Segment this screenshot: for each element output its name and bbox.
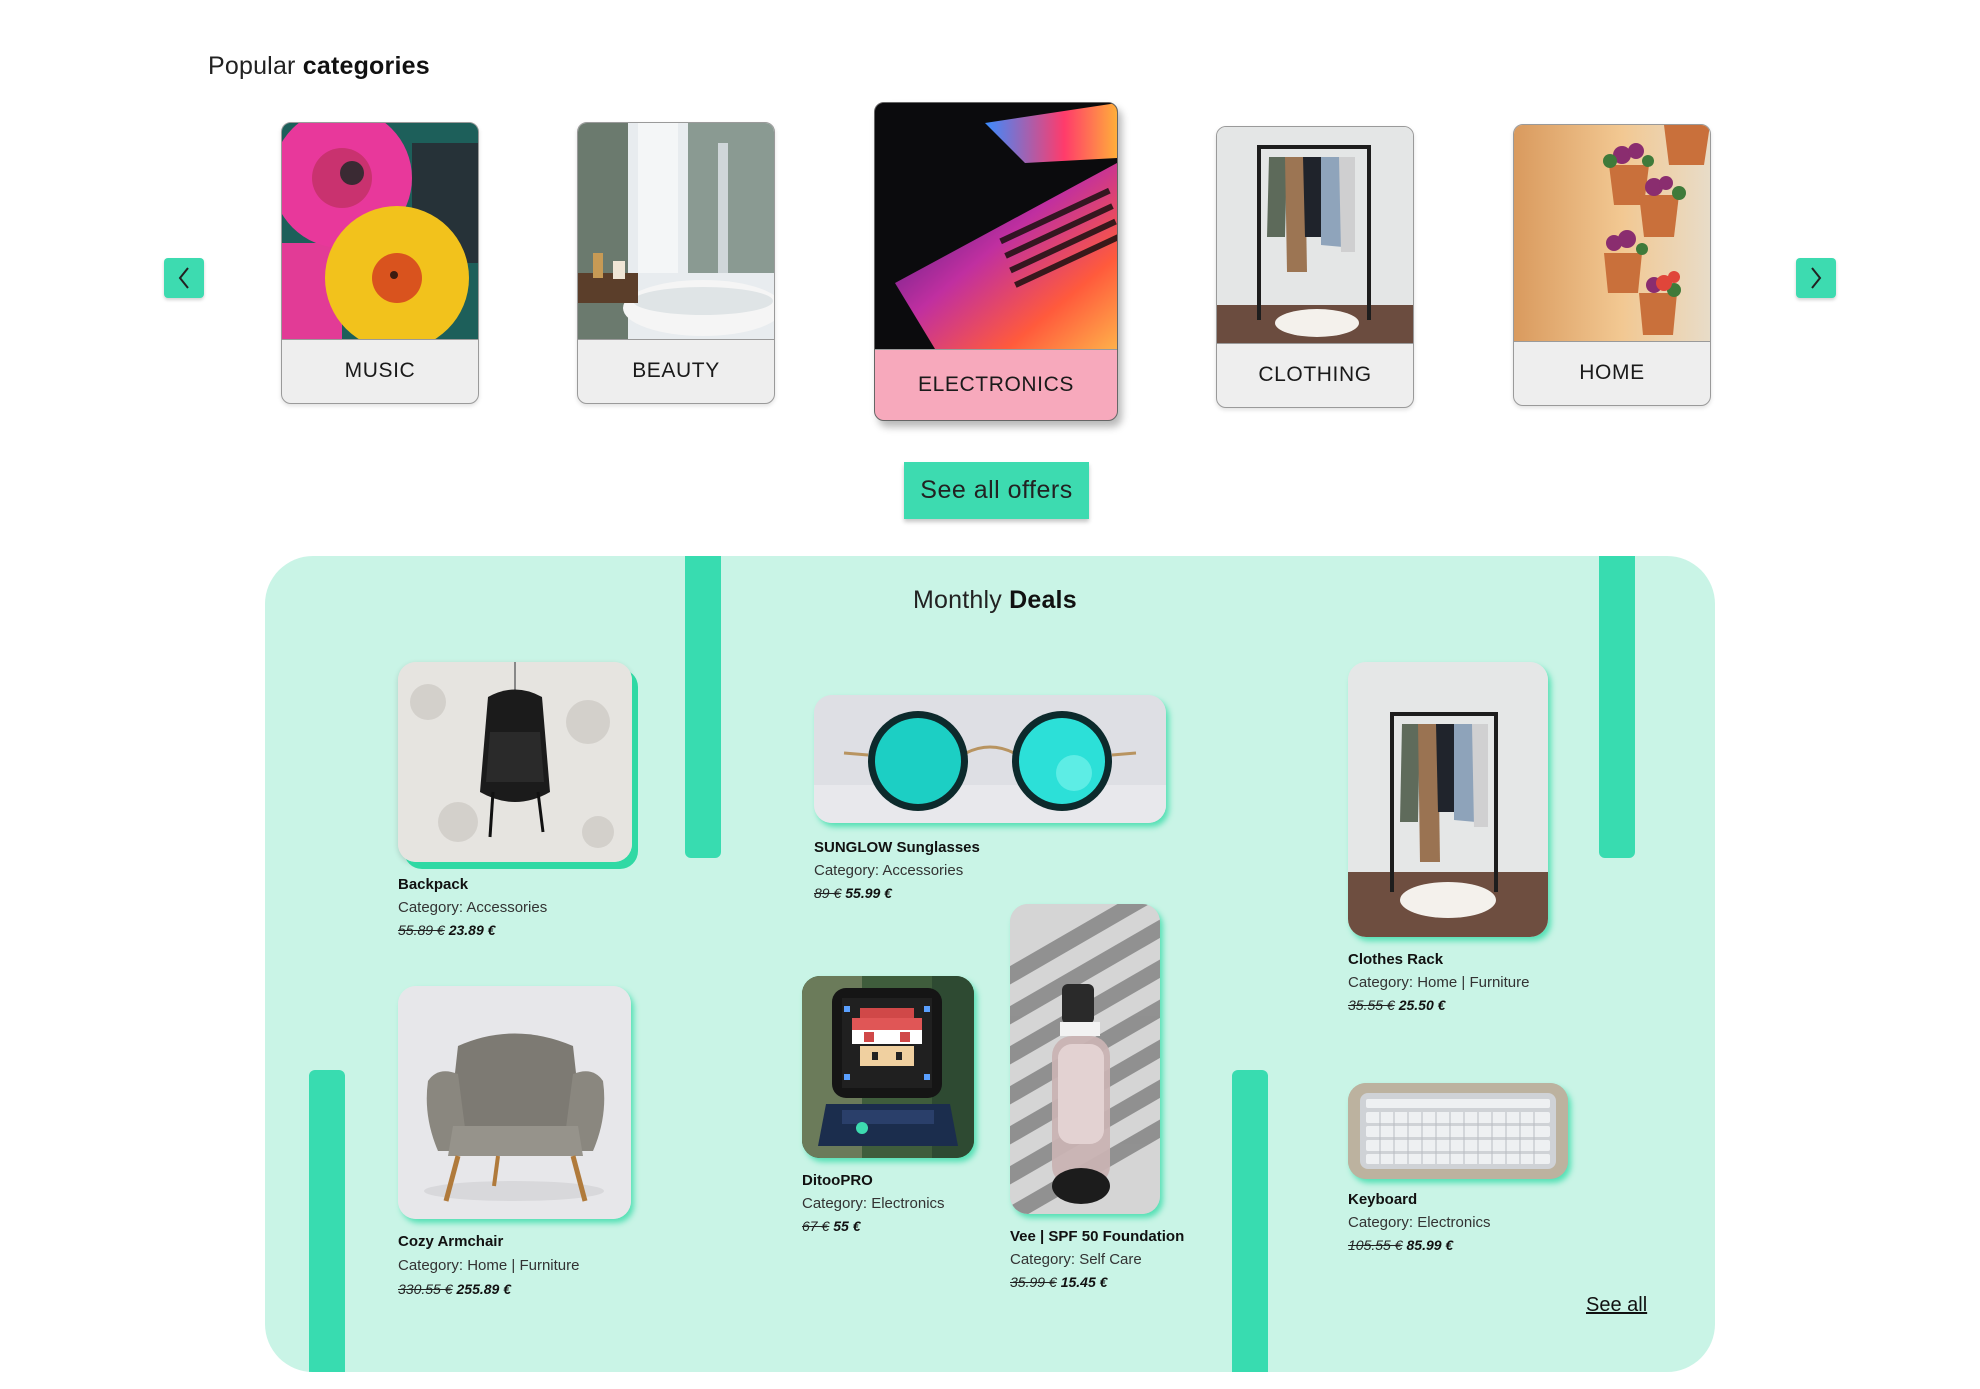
electronics-image	[875, 103, 1117, 350]
product-price: 89 €55.99 €	[814, 885, 1166, 901]
see-all-offers-button[interactable]: See all offers	[904, 462, 1089, 519]
product-card-armchair[interactable]: Cozy Armchair Category: Home | Furniture…	[398, 986, 631, 1297]
deals-heading: Monthly Deals	[913, 586, 1077, 614]
product-image	[802, 976, 974, 1158]
chevron-right-icon	[1811, 267, 1822, 289]
category-card-music[interactable]: MUSIC	[281, 122, 479, 404]
product-category: Category: Self Care	[1010, 1251, 1142, 1268]
product-card-sunglasses[interactable]: SUNGLOW Sunglasses Category: Accessories…	[814, 695, 1166, 901]
old-price: 67 €	[802, 1218, 830, 1234]
product-price: 105.55 €85.99 €	[1348, 1237, 1568, 1253]
carousel-next-button[interactable]	[1796, 258, 1836, 298]
product-card-backpack[interactable]: Backpack Category: Accessories 55.89 €23…	[398, 662, 632, 938]
product-price: 35.99 €15.45 €	[1010, 1274, 1184, 1290]
old-price: 35.55 €	[1348, 997, 1395, 1013]
category-card-electronics[interactable]: ELECTRONICS	[874, 102, 1118, 421]
product-name: Keyboard	[1348, 1191, 1418, 1208]
product-name: Backpack	[398, 876, 469, 893]
product-category: Category: Home | Furniture	[1348, 974, 1530, 991]
clothing-image	[1217, 127, 1413, 344]
new-price: 85.99 €	[1406, 1237, 1454, 1253]
decor-bar	[1599, 556, 1635, 858]
product-price: 330.55 €255.89 €	[398, 1281, 631, 1297]
old-price: 35.99 €	[1010, 1274, 1057, 1290]
new-price: 15.45 €	[1060, 1274, 1108, 1290]
category-label: CLOTHING	[1258, 363, 1372, 386]
product-category: Category: Home | Furniture	[398, 1257, 580, 1274]
chevron-left-icon	[178, 267, 189, 289]
product-image	[398, 662, 632, 862]
product-category: Category: Accessories	[398, 899, 548, 916]
old-price: 89 €	[814, 885, 842, 901]
new-price: 55.99 €	[845, 885, 892, 901]
new-price: 25.50 €	[1398, 997, 1446, 1013]
product-name: Cozy Armchair	[398, 1233, 504, 1250]
product-name: Vee | SPF 50 Foundation	[1010, 1228, 1185, 1245]
product-card-foundation[interactable]: Vee | SPF 50 Foundation Category: Self C…	[1010, 904, 1184, 1290]
home-image	[1514, 125, 1710, 342]
decor-bar	[1232, 1070, 1268, 1372]
category-label: ELECTRONICS	[918, 373, 1074, 396]
product-card-ditoopro[interactable]: DitooPRO Category: Electronics 67 €55 €	[802, 976, 974, 1234]
product-image	[398, 986, 631, 1219]
old-price: 105.55 €	[1348, 1237, 1403, 1253]
product-image	[1348, 1083, 1568, 1179]
product-image	[1348, 662, 1548, 937]
product-image	[1010, 904, 1160, 1214]
product-category: Category: Electronics	[1348, 1214, 1491, 1231]
product-image	[814, 695, 1166, 823]
product-category: Category: Electronics	[802, 1195, 945, 1212]
new-price: 23.89 €	[448, 922, 496, 938]
category-card-home[interactable]: HOME	[1513, 124, 1711, 406]
categories-heading: Popular categories	[208, 52, 430, 80]
new-price: 55 €	[833, 1218, 861, 1234]
music-image	[282, 123, 478, 340]
old-price: 55.89 €	[398, 922, 445, 938]
category-label: HOME	[1579, 361, 1645, 384]
carousel-prev-button[interactable]	[164, 258, 204, 298]
category-card-beauty[interactable]: BEAUTY	[577, 122, 775, 404]
category-label: BEAUTY	[632, 359, 720, 382]
product-card-keyboard[interactable]: Keyboard Category: Electronics 105.55 €8…	[1348, 1083, 1568, 1253]
monthly-deals-panel: Monthly Deals Backpack Category: Accesso…	[265, 556, 1715, 1372]
decor-bar	[309, 1070, 345, 1372]
product-card-clothes-rack[interactable]: Clothes Rack Category: Home | Furniture …	[1348, 662, 1548, 1013]
product-price: 35.55 €25.50 €	[1348, 997, 1548, 1013]
category-card-clothing[interactable]: CLOTHING	[1216, 126, 1414, 408]
category-label: MUSIC	[344, 359, 416, 382]
see-all-link[interactable]: See all	[1586, 1294, 1647, 1317]
decor-bar	[685, 556, 721, 858]
product-price: 67 €55 €	[802, 1218, 974, 1234]
old-price: 330.55 €	[398, 1281, 453, 1297]
product-name: DitooPRO	[802, 1172, 873, 1189]
product-name: SUNGLOW Sunglasses	[814, 839, 980, 856]
product-price: 55.89 €23.89 €	[398, 922, 632, 938]
new-price: 255.89 €	[456, 1281, 512, 1297]
beauty-image	[578, 123, 774, 340]
product-category: Category: Accessories	[814, 862, 964, 879]
product-name: Clothes Rack	[1348, 951, 1444, 968]
